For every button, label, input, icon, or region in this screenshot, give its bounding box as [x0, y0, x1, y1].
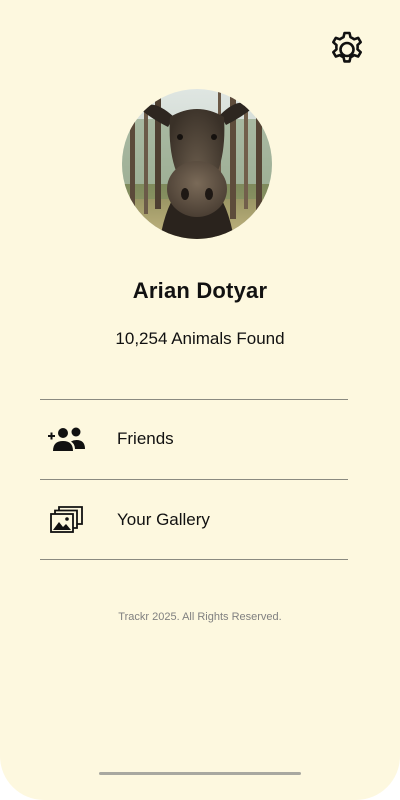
home-indicator[interactable] — [99, 772, 301, 775]
user-name: Arian Dotyar — [132, 278, 268, 303]
animals-found-count: 10,254 Animals Found — [115, 329, 285, 348]
divider — [40, 479, 348, 480]
add-friend-icon — [46, 423, 88, 455]
gallery-icon — [46, 504, 88, 536]
avatar — [122, 89, 272, 239]
footer-copyright: Trackr 2025. All Rights Reserved. — [118, 611, 282, 623]
menu-item-label: Friends — [117, 429, 174, 448]
menu-item-label: Your Gallery — [117, 510, 210, 529]
moose-photo — [122, 89, 272, 239]
menu-item-friends[interactable]: Friends — [40, 400, 348, 478]
settings-button[interactable] — [326, 28, 368, 70]
gear-icon — [327, 29, 367, 69]
menu-item-gallery[interactable]: Your Gallery — [40, 481, 348, 559]
profile-screen: Arian Dotyar 10,254 Animals Found Friend… — [0, 0, 400, 800]
divider — [40, 559, 348, 560]
